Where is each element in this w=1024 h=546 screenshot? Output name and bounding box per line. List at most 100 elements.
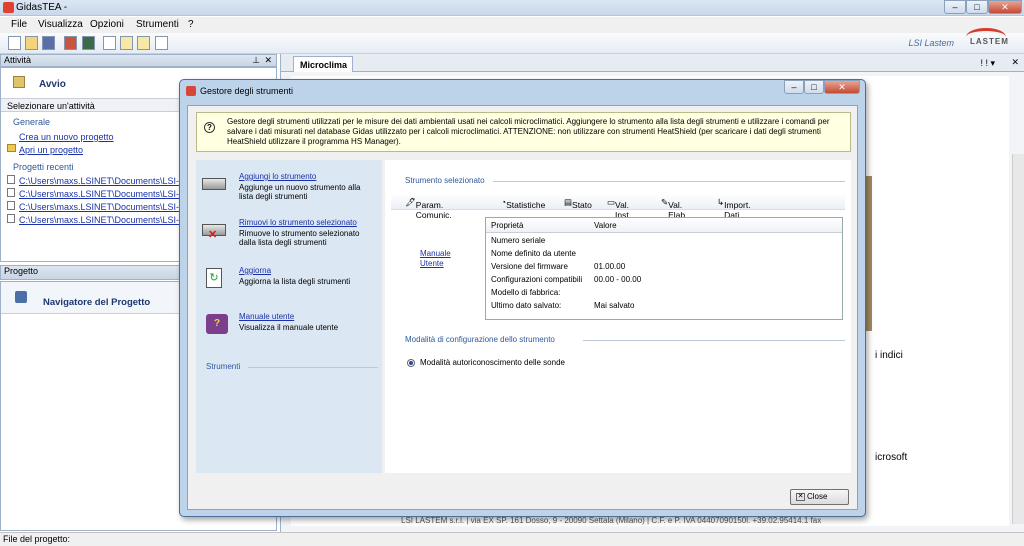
auto-detect-radio[interactable] [407,359,415,367]
config-divider [583,340,845,341]
app-title: GidasTEA - [16,2,68,13]
user-manual-link[interactable]: Manuale Utente [420,249,460,269]
project-panel-title: Progetto [4,266,39,276]
add-instrument-icon [202,178,226,190]
project-file-icon [7,201,15,210]
recent-project-link[interactable]: C:\Users\maxs.LSINET\Documents\LSI-Las [19,202,194,212]
remove-instrument-link[interactable]: Rimuovi lo strumento selezionato [239,218,357,227]
report-icon[interactable] [137,36,150,50]
close-x-icon: ✕ [796,493,805,501]
remove-x-icon: ✕ [208,229,218,241]
new-file-icon[interactable] [8,36,21,50]
save-icon[interactable] [42,36,55,50]
refresh-link[interactable]: Aggiorna [239,266,271,275]
property-name: Ultimo dato salvato: [491,301,562,310]
pin-icon[interactable]: ⊥ [252,55,260,66]
document-tabbar: Microclima ! ! ▾ ✕ [281,54,1024,72]
actions-pane: Aggiungi lo strumento Aggiunge un nuovo … [196,160,382,473]
menu-file[interactable]: File [11,19,27,30]
folder-icon [7,144,16,152]
minimize-button[interactable]: – [944,0,966,14]
dialog-minimize-button[interactable]: – [784,80,804,94]
panel-close-icon[interactable]: ✕ [264,55,272,66]
statistics-button[interactable]: ◔ Statistiche [501,197,545,210]
tab-nav-icon[interactable]: ! ! ▾ [980,58,995,69]
menu-bar: File Visualizza Opzioni Strumenti ? [0,17,1024,33]
refresh-desc: Aggiorna la lista degli strumenti [239,277,351,286]
activities-panel-header: Attività ⊥ ✕ [0,54,277,67]
instrument-icon[interactable] [64,36,77,50]
general-section-title: Generale [13,117,51,127]
auto-detect-label: Modalità autoriconoscimento delle sonde [420,358,565,367]
instruments-divider [248,367,378,368]
config-mode-title: Modalità di configurazione dello strumen… [405,335,555,344]
recent-project-link[interactable]: C:\Users\maxs.LSINET\Documents\LSI-Las [19,215,194,225]
instrument-toolbar: 🖋 Param. Comunic. ◔ Statistiche ▤ Stato … [391,194,845,230]
status-button[interactable]: ▤ Stato [564,197,592,210]
activities-panel-title: Attività [4,55,32,65]
manual-book-icon: ? [206,314,228,334]
device-icon[interactable] [82,36,95,50]
manual-desc: Visualizza il manuale utente [239,323,339,332]
selected-instrument-title: Strumento selezionato [405,176,485,185]
property-name: Versione del firmware [491,262,568,271]
menu-opzioni[interactable]: Opzioni [90,19,124,30]
status-project-file: File del progetto: [3,534,71,544]
property-value: 01.00.00 [594,262,626,271]
selected-divider [493,181,845,182]
document-icon[interactable] [155,36,168,50]
dialog-maximize-button[interactable]: □ [804,80,824,94]
statistics-label: Statistiche [506,200,546,210]
table-row: Configurazioni compatibili 00.00 - 00.00 [486,274,842,287]
import-binary-button[interactable]: ↳ Import. Dati Binari [717,197,751,230]
recent-project-link[interactable]: C:\Users\maxs.LSINET\Documents\LSI-Las [19,189,194,199]
background-text: icrosoft [875,452,908,463]
param-comunic-button[interactable]: 🖋 Param. Comunic. [405,197,452,220]
add-instrument-desc: Aggiunge un nuovo strumento alla lista d… [239,183,361,201]
table-row: Versione del firmware 01.00.00 [486,261,842,274]
property-name: Modello di fabbrica: [491,288,561,297]
dialog-close-button[interactable]: ✕ [824,80,860,94]
main-toolbar [0,33,1024,54]
status-bar: File del progetto: [0,532,1024,546]
app-titlebar: GidasTEA - – □ ✕ [0,0,1024,16]
brand-label: LSI Lastem [908,38,954,48]
open-folder-icon[interactable] [25,36,38,50]
col-property-header: Proprietà [491,221,524,230]
close-window-button[interactable]: ✕ [988,0,1022,14]
manual-link[interactable]: Manuale utente [239,312,294,321]
property-grid: Proprietà Valore Numero seriale Nome def… [485,217,843,320]
note-icon[interactable] [120,36,133,50]
menu-help[interactable]: ? [188,19,194,30]
property-name: Numero seriale [491,236,546,245]
val-inst-button[interactable]: ▭ Val. Inst. [607,197,631,220]
add-instrument-link[interactable]: Aggiungi lo strumento [239,172,316,181]
image-icon[interactable] [103,36,116,50]
vertical-scrollbar[interactable] [1012,154,1024,524]
tab-microclima[interactable]: Microclima [293,56,353,72]
property-grid-header: Proprietà Valore [486,218,842,233]
menu-visualizza[interactable]: Visualizza [38,19,83,30]
recent-project-link[interactable]: C:\Users\maxs.LSINET\Documents\LSI-Las [19,176,194,186]
property-name: Configurazioni compatibili [491,275,583,284]
close-button[interactable]: ✕ Close [790,489,849,505]
avvio-title: Avvio [39,79,66,90]
menu-strumenti[interactable]: Strumenti [136,19,179,30]
recent-projects-title: Progetti recenti [13,162,74,172]
tab-microclima-label: Microclima [300,60,348,70]
dialog-content: ? Gestore degli strumenti utilizzati per… [187,105,858,510]
document-close-icon[interactable]: ✕ [1011,57,1019,68]
open-project-link[interactable]: Apri un progetto [19,145,83,155]
selected-instrument-pane: Strumento selezionato 🖋 Param. Comunic. … [385,160,851,473]
lastem-logo: LASTEM [964,27,1012,49]
navigator-title: Navigatore del Progetto [43,297,151,308]
maximize-button[interactable]: □ [966,0,988,14]
new-project-link[interactable]: Crea un nuovo progetto [19,132,114,142]
val-elab-button[interactable]: ✎ Val. Elab [661,197,685,220]
property-name: Nome definito da utente [491,249,576,258]
home-icon [13,76,25,88]
instrument-manager-dialog: Gestore degli strumenti – □ ✕ ? Gestore … [179,79,866,517]
dialog-title: Gestore degli strumenti [200,86,294,96]
question-icon: ? [204,122,215,133]
table-row: Numero seriale [486,235,842,248]
